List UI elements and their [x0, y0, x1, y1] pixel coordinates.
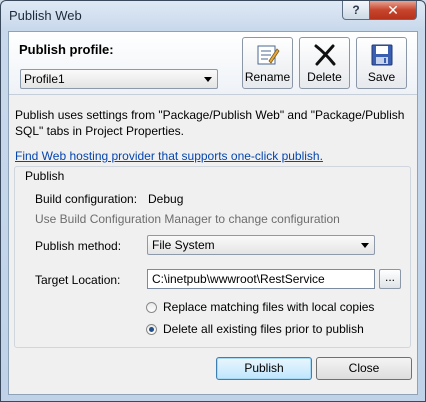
title-bar[interactable]: Publish Web ? ✕: [1, 1, 425, 31]
publish-group-title: Publish: [23, 169, 67, 183]
radio-replace-matching[interactable]: [146, 302, 157, 313]
profile-selected-value: Profile1: [24, 72, 65, 86]
help-button[interactable]: ?: [342, 1, 370, 20]
rename-button[interactable]: Rename: [242, 37, 293, 89]
dialog-client-area: Publish profile: Profile1 Rename Delete …: [8, 31, 418, 395]
publish-button[interactable]: Publish: [216, 357, 312, 380]
window-title: Publish Web: [9, 8, 82, 23]
build-config-hint: Use Build Configuration Manager to chang…: [35, 212, 340, 226]
publish-description: Publish uses settings from "Package/Publ…: [15, 108, 405, 138]
delete-button[interactable]: Delete: [299, 37, 350, 89]
window-close-button[interactable]: ✕: [369, 1, 417, 20]
publish-web-dialog: Publish Web ? ✕ Publish profile: Profile…: [0, 0, 426, 402]
close-button[interactable]: Close: [316, 357, 412, 380]
browse-button[interactable]: ...: [379, 269, 401, 289]
radio-delete-existing[interactable]: [146, 324, 157, 335]
build-config-label: Build configuration:: [35, 192, 138, 206]
publish-method-label: Publish method:: [35, 239, 122, 253]
publish-method-value: File System: [152, 238, 215, 252]
chevron-down-icon: [361, 243, 369, 248]
delete-x-icon: [314, 44, 336, 66]
hosting-provider-link[interactable]: Find Web hosting provider that supports …: [15, 149, 323, 163]
ellipsis-icon: ...: [384, 270, 395, 284]
profile-heading: Publish profile:: [19, 42, 114, 57]
target-location-label: Target Location:: [35, 273, 121, 287]
rename-label: Rename: [244, 70, 291, 84]
radio-delete-existing-label[interactable]: Delete all existing files prior to publi…: [163, 322, 364, 336]
profile-band: Publish profile: Profile1 Rename Delete …: [9, 32, 417, 95]
publish-method-dropdown[interactable]: File System: [147, 235, 375, 255]
publish-button-label: Publish: [244, 361, 284, 375]
close-icon: ✕: [387, 1, 399, 18]
build-config-value: Debug: [148, 192, 184, 206]
chevron-down-icon: [204, 77, 212, 82]
target-location-input[interactable]: [147, 269, 375, 289]
close-button-label: Close: [348, 361, 380, 375]
rename-icon: [257, 45, 280, 65]
help-icon: ?: [352, 3, 360, 17]
floppy-disk-icon: [371, 44, 393, 66]
save-label: Save: [367, 70, 396, 84]
radio-replace-matching-label[interactable]: Replace matching files with local copies: [163, 300, 374, 314]
profile-dropdown[interactable]: Profile1: [20, 69, 218, 89]
save-button[interactable]: Save: [356, 37, 407, 89]
delete-label: Delete: [307, 70, 342, 84]
